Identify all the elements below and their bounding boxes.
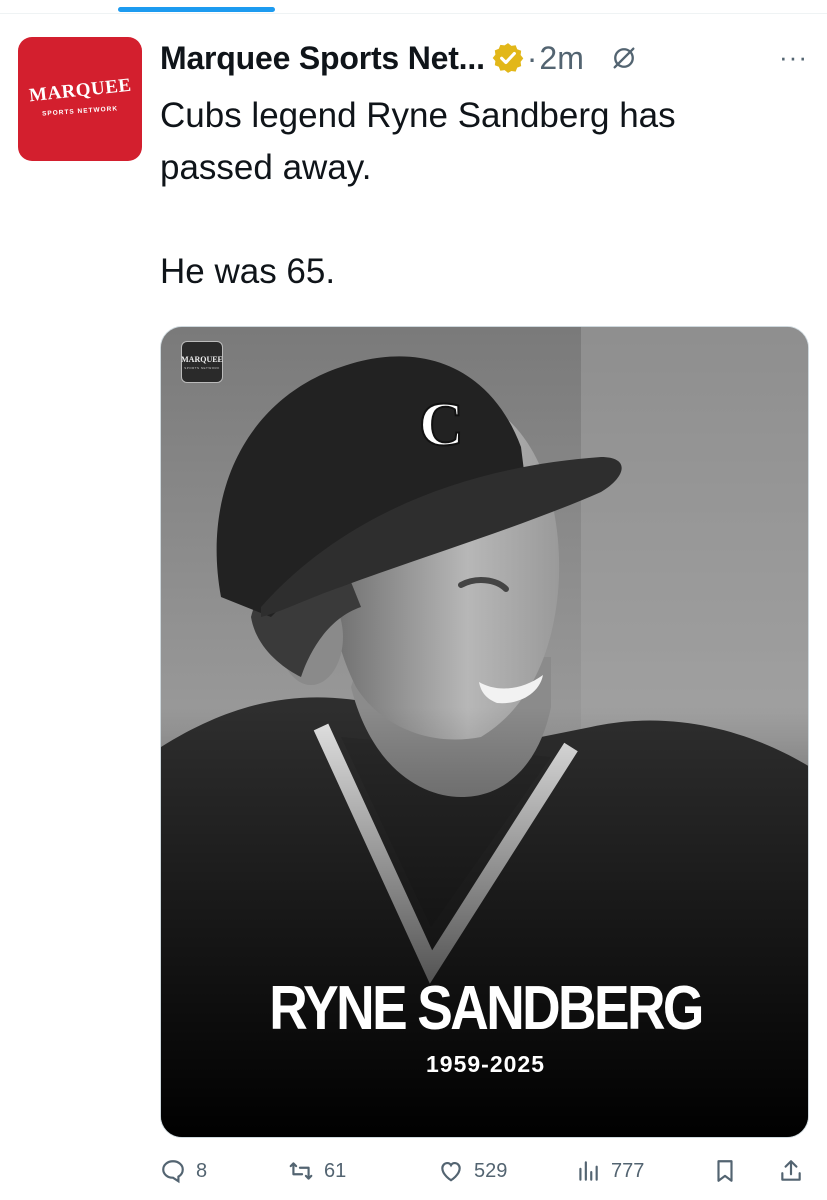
bookmark-icon <box>717 1160 733 1182</box>
reply-button[interactable]: 8 <box>160 1158 207 1184</box>
view-count: 777 <box>611 1159 645 1182</box>
media-logo-text: MARQUEE <box>181 354 223 364</box>
repost-button[interactable]: 61 <box>288 1158 346 1184</box>
media-image[interactable]: C MARQUEE SPORTS NETWORK RYNE SANDBERG 1… <box>160 326 809 1138</box>
share-icon <box>781 1160 801 1181</box>
share-button[interactable] <box>778 1158 804 1184</box>
repost-icon <box>289 1162 313 1180</box>
like-button[interactable]: 529 <box>438 1158 507 1184</box>
author-name[interactable]: Marquee Sports Net... <box>160 40 485 77</box>
avatar[interactable]: MARQUEE SPORTS NETWORK <box>18 37 142 161</box>
like-count: 529 <box>474 1159 508 1182</box>
bookmark-button[interactable] <box>712 1158 738 1184</box>
timestamp[interactable]: 2m <box>539 40 583 77</box>
divider <box>0 13 827 14</box>
views-icon <box>579 1161 598 1181</box>
media-title: RYNE SANDBERG <box>269 974 704 1043</box>
reply-icon <box>162 1160 184 1184</box>
repost-count: 61 <box>324 1159 347 1182</box>
tweet-header: Marquee Sports Net... · 2m ··· <box>160 36 810 80</box>
views-button[interactable]: 777 <box>575 1158 644 1184</box>
reply-count: 8 <box>196 1159 208 1182</box>
action-bar: 8 61 529 777 <box>160 1158 810 1198</box>
verified-badge-icon[interactable] <box>491 41 525 75</box>
separator-dot: · <box>526 39 538 76</box>
tweet-text: Cubs legend Ryne Sandberg has passed awa… <box>160 96 676 291</box>
active-tab-indicator <box>118 7 275 12</box>
avatar-brand-text: MARQUEE <box>27 74 133 106</box>
media-years: 1959-2025 <box>426 1051 545 1077</box>
tweet-page: MARQUEE SPORTS NETWORK Marquee Sports Ne… <box>0 0 827 1200</box>
more-icon[interactable]: ··· <box>779 44 808 70</box>
like-icon <box>441 1162 461 1182</box>
media-watermark-logo: MARQUEE SPORTS NETWORK <box>181 341 223 383</box>
avatar-subtitle: SPORTS NETWORK <box>41 104 119 118</box>
grok-icon[interactable] <box>610 44 638 72</box>
media-logo-subtitle: SPORTS NETWORK <box>184 365 220 370</box>
cap-logo: C <box>419 391 464 459</box>
